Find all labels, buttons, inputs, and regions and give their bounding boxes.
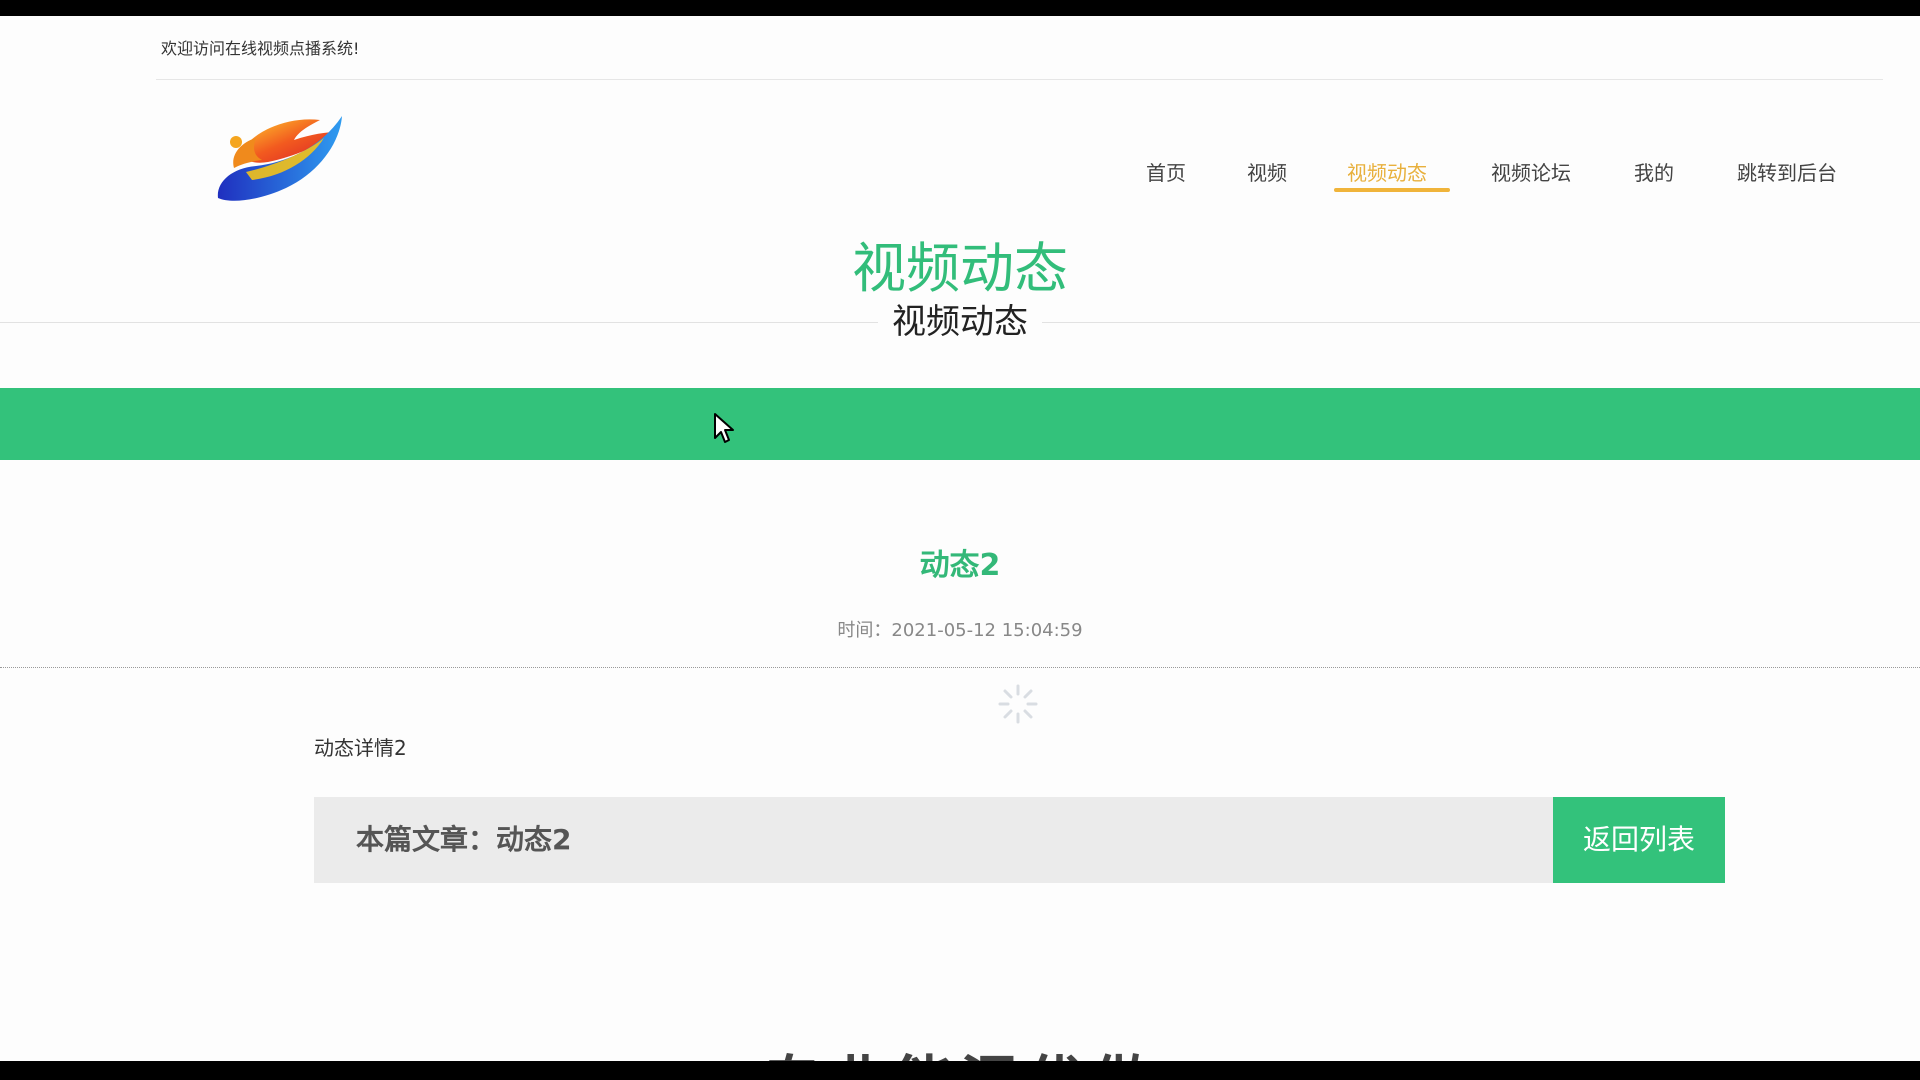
article-divider: [0, 667, 1920, 668]
main-nav: 首页 视频 视频动态 视频论坛 我的 跳转到后台: [0, 153, 1920, 203]
page-subtitle: 视频动态: [878, 300, 1042, 344]
page: 欢迎访问在线视频点播系统! 首页 视频 视频动态 视频论坛 我的 跳转到后台 视…: [0, 16, 1920, 1061]
article-footer-bar: 本篇文章：动态2 返回列表: [314, 797, 1725, 883]
letterbox-top: [0, 0, 1920, 16]
spinner-icon: [998, 684, 1038, 724]
nav-video-forum[interactable]: 视频论坛: [1491, 153, 1571, 193]
article-footer-label: 本篇文章：动态2: [356, 823, 572, 856]
nav-admin[interactable]: 跳转到后台: [1737, 153, 1837, 193]
nav-videos[interactable]: 视频: [1247, 153, 1287, 193]
article-time: 时间：2021-05-12 15:04:59: [837, 620, 1083, 641]
mouse-cursor-icon: [714, 413, 734, 443]
top-divider: [156, 79, 1883, 80]
article-content: 动态详情2: [314, 736, 407, 760]
green-banner: [0, 388, 1920, 460]
nav-active-underline: [1334, 188, 1450, 192]
nav-home[interactable]: 首页: [1146, 153, 1186, 193]
nav-mine[interactable]: 我的: [1634, 153, 1674, 193]
below-fold-heading: 专业能混优做: [0, 1036, 1920, 1061]
nav-video-news[interactable]: 视频动态: [1347, 153, 1427, 193]
page-title: 视频动态: [852, 237, 1068, 300]
back-to-list-button[interactable]: 返回列表: [1553, 797, 1725, 883]
letterbox-bottom: [0, 1061, 1920, 1080]
article-title: 动态2: [919, 548, 1001, 583]
subtitle-wrap: 视频动态: [0, 300, 1920, 344]
welcome-text: 欢迎访问在线视频点播系统!: [161, 39, 360, 58]
